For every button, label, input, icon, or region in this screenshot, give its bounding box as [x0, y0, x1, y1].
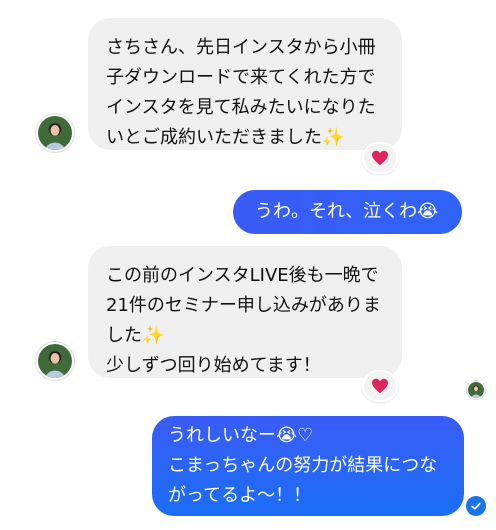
contact-avatar[interactable] — [36, 114, 74, 152]
avatar-photo — [38, 344, 72, 378]
avatar-photo — [38, 116, 72, 150]
outgoing-message-bubble[interactable]: うれしいなー😭♡ こまっちゃんの努力が結果につな がってるよ〜！！ — [152, 416, 464, 516]
message-reaction[interactable] — [362, 142, 398, 174]
message-reaction[interactable] — [362, 370, 398, 402]
outgoing-message-bubble[interactable]: うわ。それ、泣くわ😭 — [233, 190, 462, 234]
red-heart-icon — [372, 150, 388, 166]
red-heart-icon — [372, 378, 388, 394]
incoming-message-bubble[interactable]: さちさん、先日インスタから小冊 子ダウンロードで来てくれた方で インスタを見て私… — [88, 18, 402, 150]
sent-status — [466, 496, 486, 516]
contact-avatar[interactable] — [36, 342, 74, 380]
seen-check-icon — [471, 502, 481, 510]
avatar-photo — [468, 382, 484, 398]
incoming-message-bubble[interactable]: この前のインスタLIVE後も一晩で 21件のセミナー申し込みがありま した✨ 少… — [88, 246, 402, 378]
read-receipt-avatar — [467, 381, 485, 399]
